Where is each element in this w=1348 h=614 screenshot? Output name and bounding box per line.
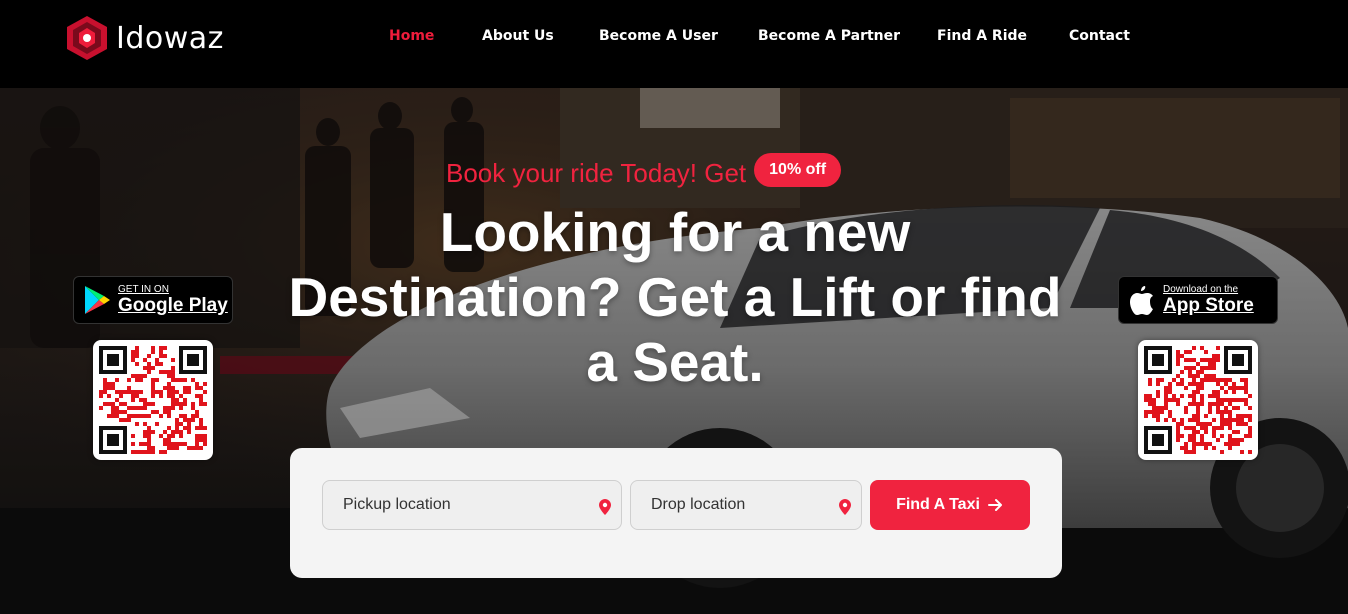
nav-become-a-partner[interactable]: Become A Partner xyxy=(758,28,900,44)
find-a-taxi-label: Find A Taxi xyxy=(896,496,980,513)
find-a-taxi-button[interactable]: Find A Taxi xyxy=(870,480,1030,530)
discount-badge: 10% off xyxy=(754,153,842,187)
pickup-location-input[interactable] xyxy=(343,496,566,514)
google-play-small-text: GET IN ON xyxy=(118,284,169,295)
apple-icon xyxy=(1130,286,1153,315)
arrow-right-icon xyxy=(987,499,1002,511)
nav-contact[interactable]: Contact xyxy=(1069,28,1130,44)
drop-location-input[interactable] xyxy=(651,496,819,514)
nav-become-a-user[interactable]: Become A User xyxy=(599,28,718,44)
drop-field xyxy=(630,480,862,530)
app-store-button[interactable]: Download on the App Store xyxy=(1118,276,1278,324)
location-pin-icon xyxy=(839,499,851,515)
navbar: Idowaz Home About Us Become A User Becom… xyxy=(0,0,1348,88)
app-store-qr-code xyxy=(1138,340,1258,460)
app-store-small-text: Download on the xyxy=(1163,284,1239,295)
promo-line: Book your ride Today! Get 10% off xyxy=(446,153,842,190)
app-store-big-text: App Store xyxy=(1163,295,1254,316)
google-play-icon xyxy=(85,286,110,314)
nav-home[interactable]: Home xyxy=(389,28,434,44)
location-pin-icon xyxy=(599,499,611,515)
ride-search-card: Find A Taxi xyxy=(290,448,1062,578)
promo-text: Book your ride Today! Get xyxy=(446,157,747,188)
pickup-field xyxy=(322,480,622,530)
nav-about-us[interactable]: About Us xyxy=(482,28,554,44)
google-play-button[interactable]: GET IN ON Google Play xyxy=(73,276,233,324)
main-nav: Home About Us Become A User Become A Par… xyxy=(0,28,1348,48)
nav-find-a-ride[interactable]: Find A Ride xyxy=(937,28,1027,44)
google-play-qr-code xyxy=(93,340,213,460)
hero-headline: Looking for a new Destination? Get a Lif… xyxy=(288,201,1062,393)
google-play-big-text: Google Play xyxy=(118,295,228,316)
hero-section: Book your ride Today! Get 10% off Lookin… xyxy=(0,88,1348,614)
